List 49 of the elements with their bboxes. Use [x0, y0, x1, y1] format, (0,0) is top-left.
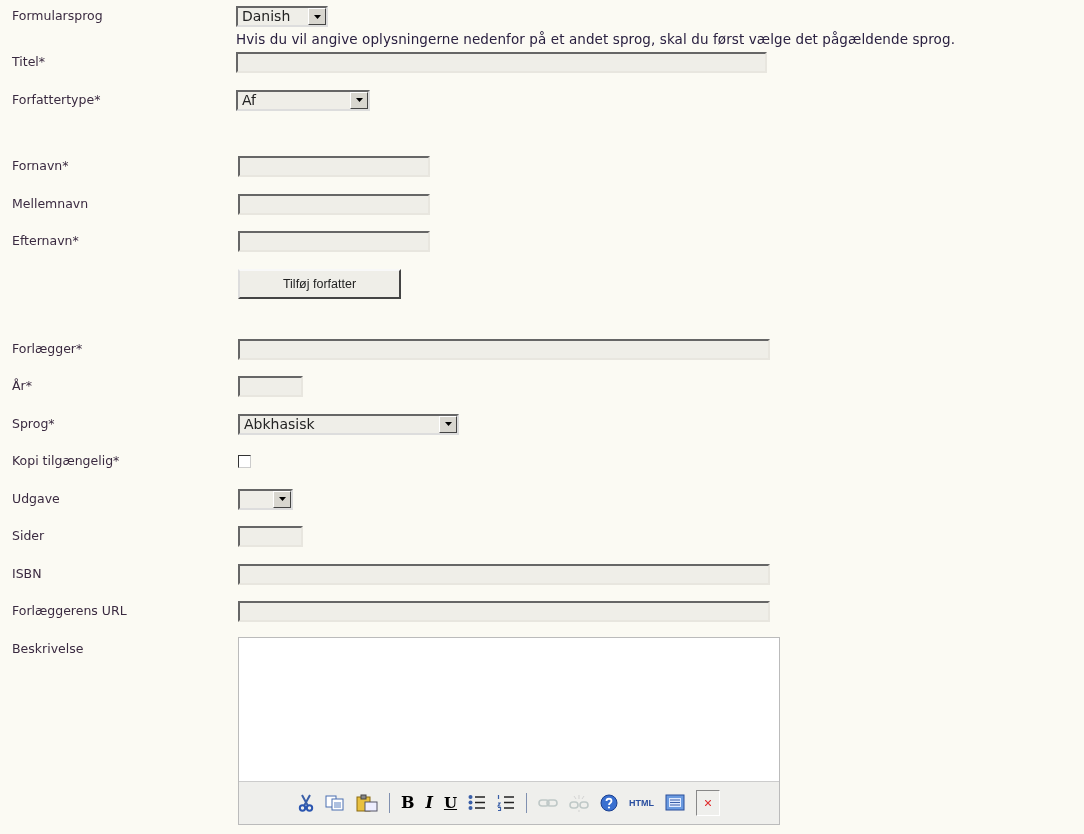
field-label: År*: [12, 377, 32, 393]
copy-icon[interactable]: [324, 794, 345, 811]
bold-button[interactable]: B: [400, 793, 415, 812]
checkbox[interactable]: [238, 455, 251, 468]
underline-button[interactable]: U: [443, 793, 458, 812]
field-label: Efternavn*: [12, 232, 79, 248]
field-label: Titel*: [12, 53, 46, 69]
input-field[interactable]: [238, 156, 430, 177]
hint-text: Hvis du vil angive oplysningerne nedenfor på et andet sprog, skal du først vælge det pågældende sprog.: [236, 31, 957, 47]
text-editor[interactable]: B I U HTML: [238, 636, 780, 825]
field-label: Forfattertype*: [12, 90, 101, 107]
field-label: Sprog*: [12, 414, 55, 431]
input-field[interactable]: [238, 338, 770, 360]
input-field[interactable]: [236, 52, 767, 73]
field-label: ISBN: [12, 564, 42, 581]
paste-icon[interactable]: [355, 793, 378, 812]
input-field[interactable]: [238, 193, 430, 215]
field-label: Mellemnavn: [12, 194, 89, 211]
field-label: Udgave: [12, 489, 60, 506]
input-field[interactable]: [238, 563, 770, 585]
caret-icon: [278, 497, 286, 501]
dropdown[interactable]: Abkhasisk: [238, 413, 459, 435]
italic-button[interactable]: I: [425, 793, 433, 812]
dropdown[interactable]: Af: [236, 89, 370, 111]
input-field[interactable]: [238, 601, 770, 622]
dropdown[interactable]: [238, 488, 293, 510]
add-author-button[interactable]: Tilføj forfatter: [238, 268, 401, 299]
dropdown[interactable]: Danish: [236, 6, 328, 27]
caret-icon: [355, 98, 363, 102]
bullet-list-icon[interactable]: [468, 794, 487, 811]
field-label: Kopi tilgængelig*: [12, 452, 120, 468]
field-label: Forlægger*: [12, 339, 83, 356]
document-icon[interactable]: [665, 794, 686, 811]
numbered-list-icon[interactable]: [497, 794, 516, 811]
caret-icon: [444, 422, 452, 426]
field-label: Formularsprog: [12, 7, 103, 23]
scissors-icon[interactable]: [297, 793, 314, 812]
field-label: Sider: [12, 527, 45, 543]
field-label: Beskrivelse: [12, 639, 84, 656]
close-button[interactable]: [696, 789, 721, 816]
help-icon[interactable]: [600, 793, 619, 812]
caret-icon: [313, 14, 321, 19]
input-field[interactable]: [238, 526, 303, 547]
input-field[interactable]: [238, 376, 303, 397]
html-button[interactable]: HTML: [629, 797, 655, 808]
input-field[interactable]: [238, 231, 430, 252]
close-icon: [705, 799, 712, 806]
field-label: Fornavn*: [12, 157, 69, 173]
field-label: Forlæggerens URL: [12, 602, 127, 618]
